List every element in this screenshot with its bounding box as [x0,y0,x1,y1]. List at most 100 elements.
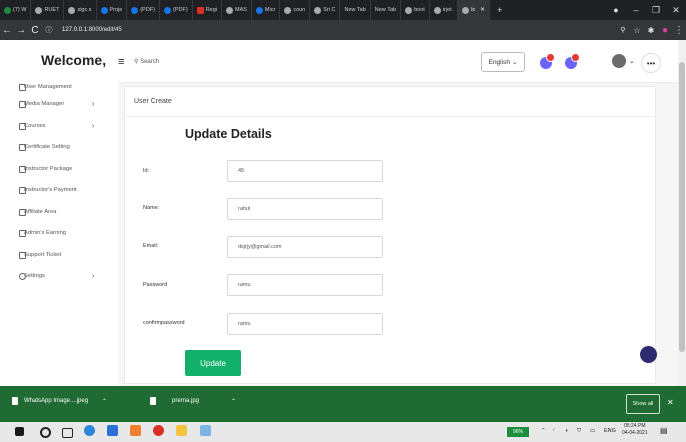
tab-label: (PDF) [173,7,188,13]
browser-tab-active[interactable]: lc ✕ [458,0,490,20]
name-field[interactable]: rahul [227,198,383,220]
ticket-icon [19,251,26,259]
sidebar-item-affiliate-area[interactable]: Affiliate Area [19,208,56,216]
download-item[interactable]: prerna.jpg ⌃ [150,397,236,405]
tab-label: New Tab [344,7,366,13]
browser-tab[interactable]: irjet. [430,0,459,20]
sidebar-item-courses[interactable]: Courses › [19,122,94,130]
close-shelf-icon[interactable]: ✕ [667,398,674,407]
chevron-down-icon: ⌄ [511,59,518,66]
browser-tab[interactable]: Micr [252,0,281,20]
sidebar-item-media-manager[interactable]: Media Manager › [19,100,94,108]
forward-icon[interactable]: → [14,25,28,36]
browser-tab[interactable]: New Tab [340,0,371,20]
close-tab-icon[interactable]: ✕ [480,7,485,13]
menu-dots-icon[interactable]: ⋮ [672,25,686,36]
windows-start-icon[interactable] [15,427,24,436]
chevron-right-icon: › [92,122,95,130]
tab-label: MAS [235,7,247,13]
tab-label: Regi [205,7,217,13]
network-icon[interactable]: ◜ [553,428,555,434]
sidebar-item-settings[interactable]: Settings › [19,272,94,280]
notification-center-icon[interactable]: ▤ [660,426,668,435]
chevron-up-icon[interactable]: ⌃ [231,398,236,405]
browser-tab[interactable]: Proje [97,0,128,20]
clock[interactable]: 05:24 PM 04-04-2021 [622,423,648,437]
zoom-icon[interactable]: ⚲ [616,26,630,34]
sidebar-item-user-management[interactable]: User Management [19,83,72,91]
app2-icon[interactable] [200,425,211,436]
tab-label: Proje [109,7,123,13]
chrome-icon [462,6,470,14]
update-button[interactable]: Update [185,350,241,376]
extensions-icon[interactable]: ✱ [644,26,658,35]
back-icon[interactable]: ← [0,25,14,36]
doc-icon [100,6,108,14]
app-icon[interactable] [130,425,141,436]
reload-icon[interactable]: C [28,25,42,36]
user-avatar[interactable] [612,54,626,68]
minimize-icon[interactable]: – [626,5,646,15]
browser-tab[interactable]: (PDF) [160,0,193,20]
confirm-password-field[interactable]: ramu [227,313,383,335]
sidebar-item-label: Settings [24,273,45,279]
sidebar-item-instructor-payment[interactable]: Instructor's Payment [19,186,77,194]
language-indicator[interactable]: ENG [604,428,616,434]
tab-label: irjet. [442,7,454,13]
browser-tab[interactable]: Sri C [310,0,341,20]
info-icon[interactable]: ⓘ [42,25,56,35]
hamburger-menu-icon[interactable]: ≡ [118,56,124,68]
password-field[interactable]: ramu [227,274,383,296]
file-explorer-icon[interactable] [176,425,187,436]
users-icon [19,83,26,91]
url-field[interactable]: 127.0.0.1:8000/edit/45 [62,27,122,33]
id-field[interactable]: 45 [227,160,383,182]
email-field[interactable]: dsjrjy@gmail.com [227,236,383,258]
bookmark-star-icon[interactable]: ☆ [630,26,644,35]
sidebar-item-instructor-package[interactable]: Instructor Package [19,165,72,173]
password-label: Password [143,282,168,288]
sidebar-item-support-ticket[interactable]: Support Ticket [19,251,61,259]
welcome-title: Welcome, [41,52,107,68]
download-item[interactable]: WhatsApp Image....jpeg ⌃ [12,397,107,405]
profile-avatar-icon[interactable]: ● [658,25,672,36]
browser-tab[interactable]: boot [401,0,430,20]
search-box[interactable]: ⚲ Search [134,58,159,65]
browser-tab[interactable]: (7) W [0,0,32,20]
new-tab-icon[interactable]: + [490,5,510,15]
browser-tab[interactable]: (PDF) [127,0,161,20]
browser-tab[interactable]: Regi [193,0,222,20]
scrollbar-thumb[interactable] [679,62,685,352]
tray-chevron-icon[interactable]: ⌃ [541,428,546,434]
language-select[interactable]: English ⌄ [481,52,525,72]
browser-tab[interactable]: MAS [222,0,252,20]
sidebar-item-admins-earning[interactable]: Admin's Earning [19,229,66,237]
volume-icon[interactable]: ◖ [565,428,568,434]
address-bar: ← → C ⓘ 127.0.0.1:8000/edit/45 ⚲ ☆ ✱ ● ⋮ [0,20,686,40]
browser-tab[interactable]: New Tab [371,0,402,20]
task-view-icon[interactable] [62,428,73,438]
browser-tab-strip: (7) W RUET sigc.s Proje (PDF) (PDF) Regi… [0,0,686,20]
chrome-taskbar-icon[interactable] [153,425,164,436]
close-window-icon[interactable]: ✕ [666,5,686,16]
tab-label: sigc.s [77,7,92,13]
battery-indicator[interactable]: 96% [507,427,529,437]
more-options-icon[interactable]: ••• [641,53,661,73]
chevron-up-icon[interactable]: ⌃ [102,398,107,405]
maximize-icon[interactable]: ❐ [646,5,666,16]
browser-tab[interactable]: sigc.s [64,0,97,20]
floating-action-icon[interactable] [640,346,657,363]
keyboard-icon[interactable]: ▭ [590,428,595,434]
shield-icon[interactable]: ⛉ [577,428,581,435]
edge-icon[interactable] [84,425,95,436]
show-all-button[interactable]: Show all [626,394,660,414]
file-icon [150,397,156,405]
sidebar-item-certificate-setting[interactable]: Certificate Setting [19,143,70,151]
browser-tab[interactable]: RUET [31,0,65,20]
avatar-chevron-icon[interactable]: ⌄ [629,57,635,65]
vscode-icon[interactable] [107,425,118,436]
profile-icon[interactable]: ● [606,5,626,15]
browser-tab[interactable]: coun [280,0,311,20]
tab-label: RUET [44,7,60,13]
cortana-icon[interactable] [40,427,51,438]
